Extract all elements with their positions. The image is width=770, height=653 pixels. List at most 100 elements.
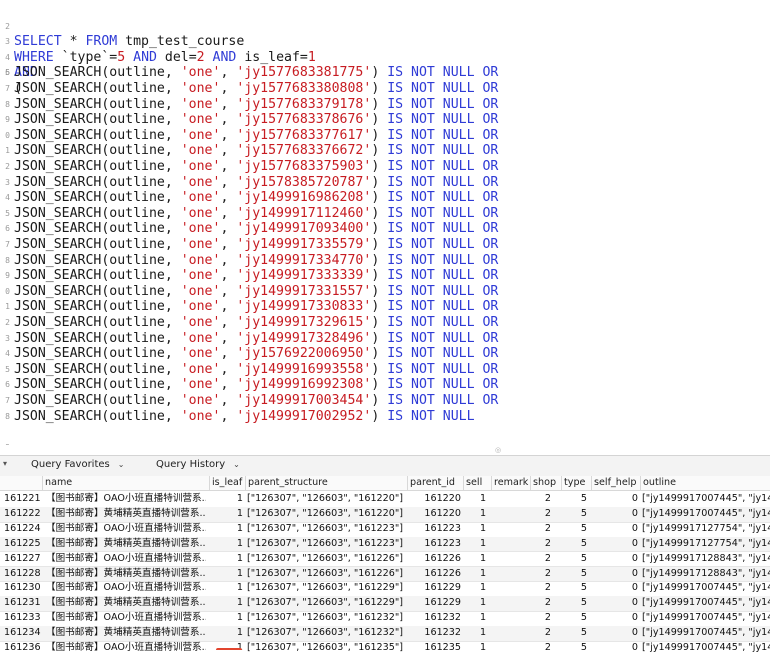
type-cell[interactable]: 5: [563, 641, 591, 653]
parent-id-cell[interactable]: 161223: [409, 537, 461, 552]
table-row[interactable]: 161222 【图书邮寄】黄埔精英直播特训营系... 1 ["126307", "12…: [0, 506, 770, 523]
sell-cell[interactable]: 1: [466, 552, 492, 567]
table-row[interactable]: 161231 【图书邮寄】黄埔精英直播特训营系... 1 ["126307", "12…: [0, 596, 770, 613]
shop-cell[interactable]: 2: [531, 641, 561, 653]
sell-cell[interactable]: 1: [466, 596, 492, 611]
pane-splitter[interactable]: ◎: [0, 445, 770, 455]
parent-id-cell[interactable]: 161229: [409, 596, 461, 611]
name-cell[interactable]: 【图书邮寄】OAO小班直播特训营系...: [46, 492, 206, 507]
is-leaf-cell[interactable]: 1: [209, 567, 243, 582]
column-header-shop[interactable]: shop: [530, 476, 561, 490]
column-header-type[interactable]: type: [561, 476, 591, 490]
remark-cell[interactable]: [493, 626, 531, 641]
query-favorites-button[interactable]: Query Favorites ⌄: [31, 459, 124, 470]
parent-structure-cell[interactable]: ["126307", "126603", "161220"]: [247, 492, 407, 507]
sell-cell[interactable]: 1: [466, 611, 492, 626]
parent-structure-cell[interactable]: ["126307", "126603", "161220"]: [247, 507, 407, 522]
row-id-cell[interactable]: 161231: [4, 596, 44, 611]
parent-structure-cell[interactable]: ["126307", "126603", "161232"]: [247, 611, 407, 626]
shop-cell[interactable]: 2: [531, 537, 561, 552]
sell-cell[interactable]: 1: [466, 537, 492, 552]
outline-cell[interactable]: ["jy1499917127754", "jy14: [642, 522, 770, 537]
splitter-handle-icon[interactable]: ◎: [495, 446, 501, 454]
outline-cell[interactable]: ["jy1499917007445", "jy14: [642, 626, 770, 641]
sell-cell[interactable]: 1: [466, 492, 492, 507]
table-row[interactable]: 161234 【图书邮寄】黄埔精英直播特训营系... 1 ["126307", "12…: [0, 626, 770, 642]
type-cell[interactable]: 5: [563, 552, 591, 567]
column-header-name[interactable]: name: [42, 476, 209, 490]
type-cell[interactable]: 5: [563, 522, 591, 537]
column-header-self-help[interactable]: self_help: [591, 476, 640, 490]
remark-cell[interactable]: [493, 581, 531, 596]
shop-cell[interactable]: 2: [531, 596, 561, 611]
outline-cell[interactable]: ["jy1499917007445", "jy14: [642, 507, 770, 522]
parent-id-cell[interactable]: 161232: [409, 626, 461, 641]
outline-cell[interactable]: ["jy1499917127754", "jy14: [642, 537, 770, 552]
row-id-cell[interactable]: 161234: [4, 626, 44, 641]
remark-cell[interactable]: [493, 492, 531, 507]
parent-structure-cell[interactable]: ["126307", "126603", "161226"]: [247, 567, 407, 582]
row-id-cell[interactable]: 161236: [4, 641, 44, 653]
outline-cell[interactable]: ["jy1499917007445", "jy14: [642, 641, 770, 653]
remark-cell[interactable]: [493, 552, 531, 567]
result-grid[interactable]: name is_leaf parent_structure parent_id …: [0, 476, 770, 653]
parent-structure-cell[interactable]: ["126307", "126603", "161235"]: [247, 641, 407, 653]
row-id-cell[interactable]: 161221: [4, 492, 44, 507]
outline-cell[interactable]: ["jy1499917128843", "jy14: [642, 552, 770, 567]
shop-cell[interactable]: 2: [531, 567, 561, 582]
type-cell[interactable]: 5: [563, 596, 591, 611]
column-header-outline[interactable]: outline: [640, 476, 770, 490]
remark-cell[interactable]: [493, 507, 531, 522]
name-cell[interactable]: 【图书邮寄】黄埔精英直播特训营系...: [46, 567, 206, 582]
name-cell[interactable]: 【图书邮寄】OAO小班直播特训营系...: [46, 552, 206, 567]
table-row[interactable]: 161233 【图书邮寄】OAO小班直播特训营系... 1 ["126307", "1…: [0, 611, 770, 627]
type-cell[interactable]: 5: [563, 567, 591, 582]
shop-cell[interactable]: 2: [531, 522, 561, 537]
row-id-cell[interactable]: 161230: [4, 581, 44, 596]
table-row[interactable]: 161221 【图书邮寄】OAO小班直播特训营系... 1 ["126307", "1…: [0, 492, 770, 508]
type-cell[interactable]: 5: [563, 537, 591, 552]
remark-cell[interactable]: [493, 522, 531, 537]
sell-cell[interactable]: 1: [466, 507, 492, 522]
parent-id-cell[interactable]: 161235: [409, 641, 461, 653]
is-leaf-cell[interactable]: 1: [209, 581, 243, 596]
sell-cell[interactable]: 1: [466, 522, 492, 537]
self-help-cell[interactable]: 0: [591, 626, 640, 641]
self-help-cell[interactable]: 0: [591, 581, 640, 596]
is-leaf-cell[interactable]: 1: [209, 507, 243, 522]
name-cell[interactable]: 【图书邮寄】黄埔精英直播特训营系...: [46, 596, 206, 611]
self-help-cell[interactable]: 0: [591, 492, 640, 507]
type-cell[interactable]: 5: [563, 492, 591, 507]
outline-cell[interactable]: ["jy1499917007445", "jy14: [642, 596, 770, 611]
parent-id-cell[interactable]: 161226: [409, 552, 461, 567]
table-row[interactable]: 161236 【图书邮寄】OAO小班直播特训营系... 1 ["126307", "1…: [0, 641, 770, 653]
is-leaf-cell[interactable]: 1: [209, 537, 243, 552]
row-id-cell[interactable]: 161233: [4, 611, 44, 626]
column-header-parent-structure[interactable]: parent_structure: [245, 476, 407, 490]
row-id-cell[interactable]: 161227: [4, 552, 44, 567]
parent-id-cell[interactable]: 161229: [409, 581, 461, 596]
name-cell[interactable]: 【图书邮寄】黄埔精英直播特训营系...: [46, 537, 206, 552]
self-help-cell[interactable]: 0: [591, 596, 640, 611]
row-id-cell[interactable]: 161222: [4, 507, 44, 522]
remark-cell[interactable]: [493, 611, 531, 626]
self-help-cell[interactable]: 0: [591, 552, 640, 567]
parent-id-cell[interactable]: 161220: [409, 492, 461, 507]
name-cell[interactable]: 【图书邮寄】OAO小班直播特训营系...: [46, 641, 206, 653]
self-help-cell[interactable]: 0: [591, 537, 640, 552]
shop-cell[interactable]: 2: [531, 552, 561, 567]
parent-structure-cell[interactable]: ["126307", "126603", "161223"]: [247, 522, 407, 537]
row-id-cell[interactable]: 161224: [4, 522, 44, 537]
row-id-cell[interactable]: 161225: [4, 537, 44, 552]
sell-cell[interactable]: 1: [466, 567, 492, 582]
is-leaf-cell[interactable]: 1: [209, 492, 243, 507]
row-id-cell[interactable]: 161228: [4, 567, 44, 582]
sell-cell[interactable]: 1: [466, 626, 492, 641]
parent-id-cell[interactable]: 161232: [409, 611, 461, 626]
self-help-cell[interactable]: 0: [591, 641, 640, 653]
table-row[interactable]: 161230 【图书邮寄】OAO小班直播特训营系... 1 ["126307", "1…: [0, 581, 770, 598]
name-cell[interactable]: 【图书邮寄】OAO小班直播特训营系...: [46, 522, 206, 537]
shop-cell[interactable]: 2: [531, 492, 561, 507]
name-cell[interactable]: 【图书邮寄】黄埔精英直播特训营系...: [46, 507, 206, 522]
self-help-cell[interactable]: 0: [591, 522, 640, 537]
